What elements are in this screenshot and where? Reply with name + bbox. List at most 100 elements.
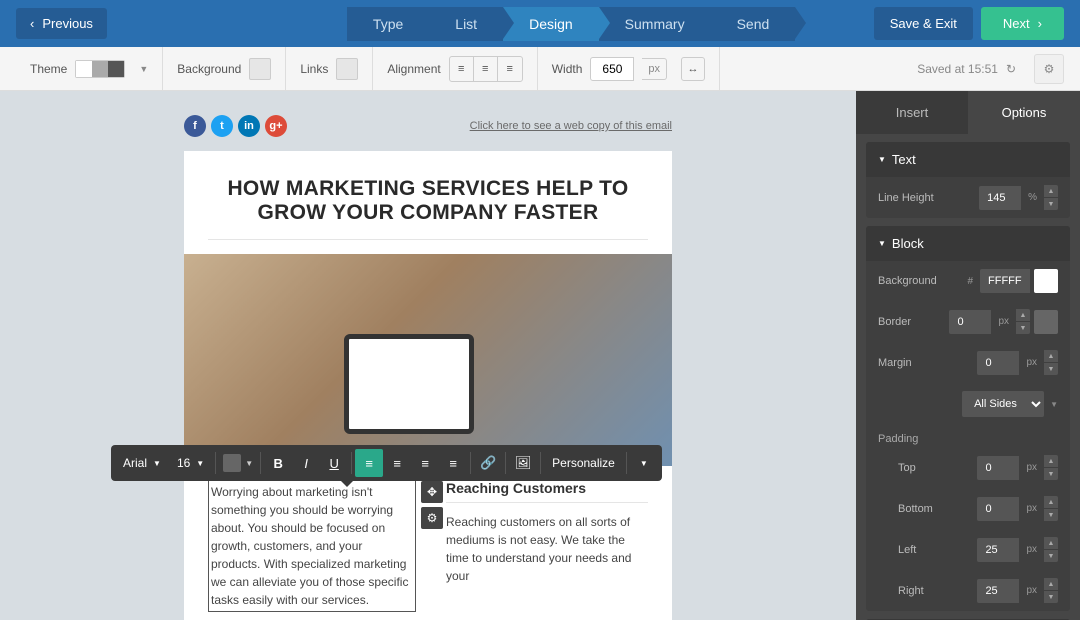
pad-bottom-input[interactable] [977, 497, 1019, 521]
step-up[interactable]: ▲ [1044, 455, 1058, 467]
facebook-icon[interactable]: f [184, 115, 206, 137]
tab-options[interactable]: Options [968, 91, 1080, 134]
pad-bottom-label: Bottom [898, 503, 933, 515]
wizard-steps: Type List Design Summary Send [347, 7, 795, 41]
step-down[interactable]: ▼ [1044, 550, 1058, 562]
align-justify-button[interactable]: ≡ [439, 449, 467, 477]
links-swatch[interactable] [336, 58, 358, 80]
background-label: Background [177, 62, 241, 76]
chevron-right-icon: › [1038, 16, 1042, 31]
step-up[interactable]: ▲ [1016, 309, 1030, 321]
section-text: ▼Text Line Height % ▲▼ [866, 142, 1070, 218]
web-copy-link[interactable]: Click here to see a web copy of this ema… [470, 120, 672, 132]
step-design[interactable]: Design [503, 7, 599, 41]
step-down[interactable]: ▼ [1016, 322, 1030, 334]
gear-icon: ⚙ [1044, 62, 1055, 76]
text-block-selected[interactable]: Worrying about marketing isn't something… [208, 480, 416, 612]
previous-button[interactable]: ‹Previous [16, 8, 107, 39]
pad-left-label: Left [898, 544, 916, 556]
step-up[interactable]: ▲ [1044, 578, 1058, 590]
margin-label: Margin [878, 357, 912, 369]
googleplus-icon[interactable]: g+ [265, 115, 287, 137]
border-input[interactable] [949, 310, 991, 334]
theme-label: Theme [30, 62, 67, 76]
text-format-toolbar: Arial▼ 16▼ ▼ B I U ≡ ≡ ≡ ≡ 🔗 🖼 Personali… [111, 445, 662, 481]
pad-top-label: Top [898, 462, 916, 474]
chevron-left-icon: ‹ [30, 16, 34, 31]
saved-label: Saved at 15:51 [917, 62, 998, 76]
block-bg-input[interactable] [980, 269, 1030, 293]
width-expand-button[interactable]: ↔ [681, 57, 705, 81]
align-right-button[interactable]: ≡ [411, 449, 439, 477]
section-text-head[interactable]: ▼Text [866, 142, 1070, 177]
alignment-label: Alignment [387, 62, 440, 76]
chevron-down-icon[interactable]: ▼ [139, 64, 148, 74]
block-settings-handle[interactable]: ⚙ [421, 507, 443, 529]
step-down[interactable]: ▼ [1044, 363, 1058, 375]
border-swatch[interactable] [1034, 310, 1058, 334]
link-button[interactable]: 🔗 [474, 449, 502, 477]
align-center-button[interactable]: ≡ [474, 57, 498, 81]
fontsize-select[interactable]: 16▼ [169, 450, 212, 476]
email-headline[interactable]: HOW MARKETING SERVICES HELP TO GROW YOUR… [184, 151, 672, 239]
step-list[interactable]: List [429, 7, 503, 41]
font-select[interactable]: Arial▼ [115, 450, 169, 476]
background-swatch[interactable] [249, 58, 271, 80]
more-button[interactable]: ▼ [630, 449, 658, 477]
step-down[interactable]: ▼ [1044, 509, 1058, 521]
step-down[interactable]: ▼ [1044, 198, 1058, 210]
width-input[interactable] [590, 57, 634, 81]
divider [208, 239, 648, 240]
theme-swatch[interactable] [75, 60, 125, 78]
pad-left-input[interactable] [977, 538, 1019, 562]
format-toolbar: Theme ▼ Background Links Alignment ≡ ≡ ≡… [0, 47, 1080, 91]
pad-right-input[interactable] [977, 579, 1019, 603]
step-send[interactable]: Send [711, 7, 796, 41]
move-handle[interactable]: ✥ [421, 481, 443, 503]
text-block-right[interactable]: Reaching Customers Reaching customers on… [446, 480, 648, 612]
tab-insert[interactable]: Insert [856, 91, 968, 134]
step-down[interactable]: ▼ [1044, 591, 1058, 603]
underline-button[interactable]: U [320, 449, 348, 477]
lineheight-input[interactable] [979, 186, 1021, 210]
align-left-button[interactable]: ≡ [450, 57, 474, 81]
top-nav: ‹Previous Type List Design Summary Send … [0, 0, 1080, 47]
step-up[interactable]: ▲ [1044, 496, 1058, 508]
step-up[interactable]: ▲ [1044, 350, 1058, 362]
hero-image[interactable] [184, 254, 672, 466]
section-block-head[interactable]: ▼Block [866, 226, 1070, 261]
width-unit: px [642, 58, 667, 80]
padding-label: Padding [866, 425, 1070, 447]
pad-top-input[interactable] [977, 456, 1019, 480]
next-button[interactable]: Next› [981, 7, 1064, 40]
links-label: Links [300, 62, 328, 76]
step-summary[interactable]: Summary [599, 7, 711, 41]
border-label: Border [878, 316, 911, 328]
image-button[interactable]: 🖼 [509, 449, 537, 477]
block-bg-label: Background [878, 275, 937, 287]
align-right-button[interactable]: ≡ [498, 57, 522, 81]
margin-input[interactable] [977, 351, 1019, 375]
linkedin-icon[interactable]: in [238, 115, 260, 137]
margin-sides-select[interactable]: All Sides [962, 391, 1044, 417]
twitter-icon[interactable]: t [211, 115, 233, 137]
step-up[interactable]: ▲ [1044, 537, 1058, 549]
bold-button[interactable]: B [264, 449, 292, 477]
align-left-button[interactable]: ≡ [355, 449, 383, 477]
block-bg-swatch[interactable] [1034, 269, 1058, 293]
caret-down-icon: ▼ [878, 155, 886, 164]
section-block: ▼Block Background # Border px▲▼ Margin p… [866, 226, 1070, 611]
step-down[interactable]: ▼ [1044, 468, 1058, 480]
align-center-button[interactable]: ≡ [383, 449, 411, 477]
step-type[interactable]: Type [347, 7, 429, 41]
history-icon[interactable]: ↻ [1006, 62, 1016, 76]
pad-right-label: Right [898, 585, 924, 597]
email-preview: f t in g+ Click here to see a web copy o… [184, 115, 672, 620]
personalize-button[interactable]: Personalize [544, 456, 623, 470]
caret-down-icon: ▼ [878, 239, 886, 248]
color-swatch[interactable] [223, 454, 241, 472]
settings-button[interactable]: ⚙ [1034, 54, 1064, 84]
step-up[interactable]: ▲ [1044, 185, 1058, 197]
italic-button[interactable]: I [292, 449, 320, 477]
save-exit-button[interactable]: Save & Exit [874, 7, 973, 40]
